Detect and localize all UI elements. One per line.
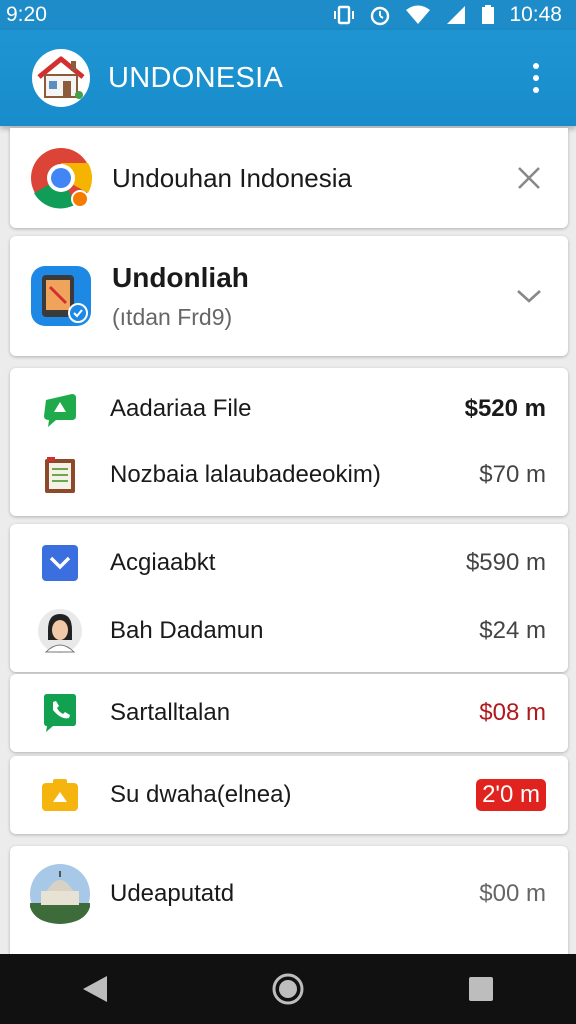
battery-icon <box>482 5 495 24</box>
status-time-right: 10:48 <box>509 3 562 26</box>
vibrate-icon <box>334 5 355 25</box>
list-item[interactable]: Udeaputatd $00 m <box>10 854 568 934</box>
status-time-left: 9:20 <box>6 3 47 26</box>
chevron-down-icon[interactable] <box>516 288 542 304</box>
close-icon[interactable] <box>516 165 542 191</box>
house-icon[interactable] <box>32 49 90 107</box>
wifi-icon <box>406 5 431 24</box>
phone-icon <box>44 694 76 732</box>
list-item[interactable]: Nozbaia lalaubadeeokim) $70 m <box>10 442 568 508</box>
item-amount: $520 m <box>464 395 546 422</box>
signal-icon <box>447 6 466 24</box>
list-group: Acgiaabkt $590 m Bah Dadamun $24 m <box>10 524 568 672</box>
download-subtitle: (ıtdan Frd9) <box>112 303 233 330</box>
item-label: Bah Dadamun <box>110 617 264 644</box>
app-title: UNDONESIA <box>108 61 284 94</box>
download-title: Undonliah <box>112 261 249 293</box>
item-label: Aadariaa File <box>110 395 252 422</box>
list-item[interactable]: Bah Dadamun $24 m <box>10 598 568 664</box>
list-item[interactable]: Sartalltalan $08 m <box>10 680 568 746</box>
list-group: Aadariaa File $520 m Nozbaia lalaubadeeo… <box>10 368 568 516</box>
more-vert-icon[interactable] <box>526 63 546 93</box>
item-amount: 2'0 m <box>476 779 546 811</box>
camera-icon <box>42 779 78 811</box>
list-group: Udeaputatd $00 m <box>10 846 568 966</box>
item-label: Acgiaabkt <box>110 549 216 576</box>
item-label: Su dwaha(elnea) <box>110 781 292 808</box>
building-icon <box>30 864 90 924</box>
recents-icon[interactable] <box>467 975 495 1003</box>
notification-card[interactable]: Undouhan Indonesia <box>10 128 568 228</box>
navigation-bar <box>0 954 576 1024</box>
item-label: Udeaputatd <box>110 880 235 907</box>
list-item[interactable]: Aadariaa File $520 m <box>10 376 568 442</box>
item-amount: $08 m <box>479 699 546 726</box>
item-label: Sartalltalan <box>110 699 231 726</box>
list-item[interactable]: Su dwaha(elnea) 2'0 m <box>10 762 568 828</box>
alarm-icon <box>371 6 390 26</box>
item-amount: $590 m <box>465 549 546 576</box>
app-bar: UNDONESIA <box>0 30 576 126</box>
notification-title: Undouhan Indonesia <box>112 162 352 193</box>
list-group: Su dwaha(elnea) 2'0 m <box>10 756 568 834</box>
list-item[interactable]: Acgiaabkt $590 m <box>10 530 568 596</box>
item-amount: $00 m <box>479 880 546 907</box>
item-amount: $70 m <box>479 461 546 488</box>
chat-icon <box>44 394 76 427</box>
back-icon[interactable] <box>81 974 109 1004</box>
download-card[interactable]: Undonliah (ıtdan Frd9) <box>10 236 568 356</box>
mail-icon <box>42 545 78 581</box>
chrome-icon <box>31 148 92 209</box>
status-bar: 9:20 10:48 <box>0 0 576 30</box>
list-group: Sartalltalan $08 m <box>10 674 568 752</box>
home-icon[interactable] <box>271 972 305 1006</box>
app-store-icon <box>31 266 91 326</box>
person-avatar <box>38 609 82 653</box>
notepad-icon <box>45 457 75 493</box>
item-label: Nozbaia lalaubadeeokim) <box>110 461 381 488</box>
item-amount: $24 m <box>479 617 546 644</box>
